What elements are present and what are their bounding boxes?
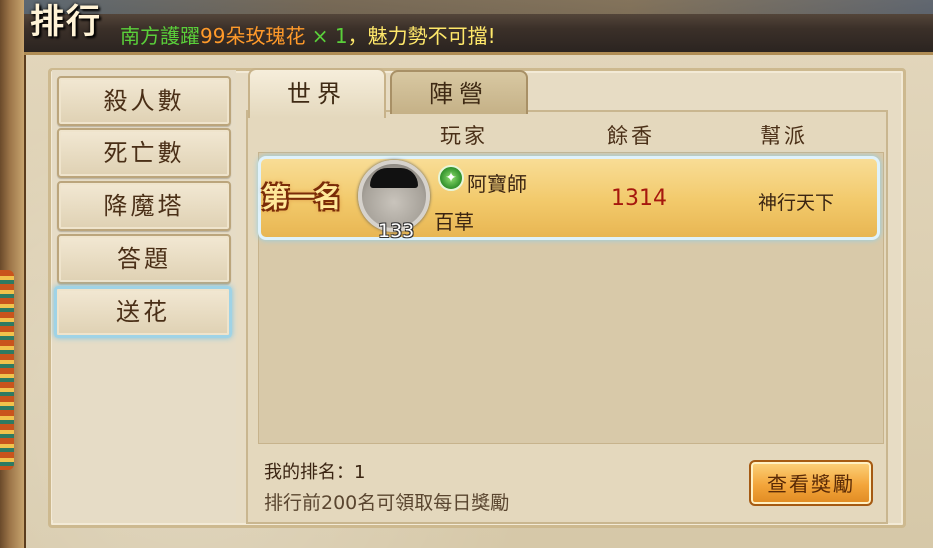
column-header-guild: 幫派 xyxy=(760,124,808,148)
guild-name: 神行天下 xyxy=(758,192,835,214)
my-rank: 我的排名：1 xyxy=(264,462,366,483)
ornament-decoration xyxy=(0,270,14,470)
scroll-edge-left xyxy=(0,0,26,548)
player-subname: 百草 xyxy=(434,210,474,234)
tab-world[interactable]: 世界 xyxy=(248,68,386,118)
view-rewards-button[interactable]: 查看獎勵 xyxy=(749,460,873,506)
sidebar-item-quiz[interactable]: 答題 xyxy=(57,234,231,284)
sidebar-item-kills[interactable]: 殺人數 xyxy=(57,76,231,126)
page-title: 排行 xyxy=(30,2,102,42)
column-header-fragrance: 餘香 xyxy=(607,124,655,148)
column-header-player: 玩家 xyxy=(440,124,488,148)
sidebar-item-deaths[interactable]: 死亡數 xyxy=(57,128,231,178)
marquee-suffix: ，魅力勢不可擋! xyxy=(347,24,496,48)
avatar-hair xyxy=(370,168,418,188)
rank-label: 第一名 xyxy=(262,183,341,214)
reward-hint: 排行前200名可領取每日獎勵 xyxy=(264,492,510,514)
sidebar-item-flowers[interactable]: 送花 xyxy=(54,286,232,338)
sidebar-item-demon-tower[interactable]: 降魔塔 xyxy=(57,181,231,231)
scene-strip xyxy=(24,0,933,14)
school-emblem-icon: ✦ xyxy=(438,165,464,191)
tab-camp[interactable]: 陣營 xyxy=(390,70,528,114)
marquee-prefix: 南方護躍 xyxy=(120,24,200,48)
marquee-highlight: 99朵玫瑰花 xyxy=(200,24,306,48)
player-name: 阿寶師 xyxy=(467,172,527,196)
fragrance-score: 1314 xyxy=(611,186,667,211)
announcement-marquee: 南方護躍99朵玫瑰花 × 1，魅力勢不可擋! xyxy=(120,22,933,50)
marquee-mult: × 1 xyxy=(305,24,348,48)
player-level: 133 xyxy=(378,220,415,242)
title-bar: 南方護躍99朵玫瑰花 × 1，魅力勢不可擋! xyxy=(24,0,933,55)
